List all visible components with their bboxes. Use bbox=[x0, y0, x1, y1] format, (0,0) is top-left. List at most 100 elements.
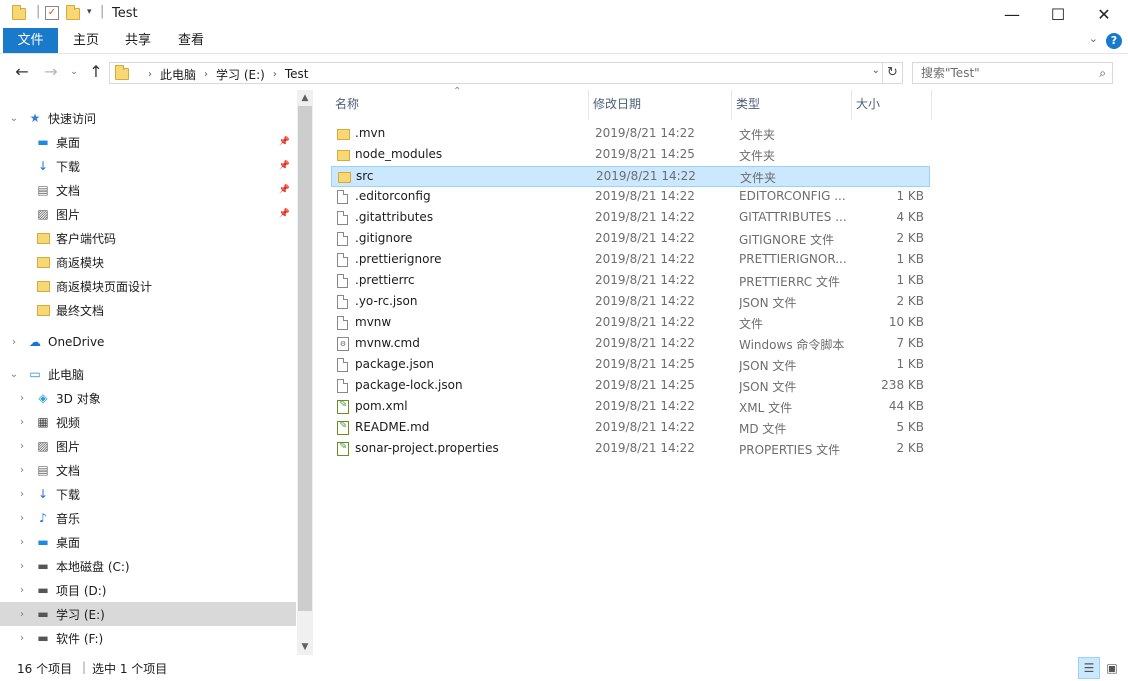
file-size: 4 KB bbox=[896, 210, 924, 224]
breadcrumb-drive-e[interactable]: 学习 (E:) bbox=[216, 66, 265, 83]
nav-item[interactable]: 最终文档 bbox=[0, 298, 296, 322]
xml-icon bbox=[337, 420, 349, 435]
expand-ribbon-icon[interactable]: ⌄ bbox=[1089, 32, 1098, 45]
refresh-icon[interactable]: ↻ bbox=[883, 62, 903, 84]
scroll-up-icon[interactable]: ▲ bbox=[297, 90, 313, 106]
recent-locations-icon[interactable]: ⌄ bbox=[64, 63, 84, 81]
maximize-button[interactable]: ☐ bbox=[1035, 0, 1081, 28]
chevron-right-icon[interactable]: › bbox=[16, 585, 28, 596]
back-arrow-icon[interactable]: ← bbox=[12, 63, 32, 81]
file-row[interactable]: src 2019/8/21 14:22 文件夹 bbox=[331, 166, 930, 187]
nav-scrollbar[interactable]: ▲ ▼ bbox=[297, 90, 313, 655]
file-row[interactable]: .prettierignore 2019/8/21 14:22 PRETTIERIG… bbox=[331, 250, 930, 271]
folder-icon bbox=[12, 5, 26, 20]
chevron-right-icon[interactable]: › bbox=[16, 609, 28, 620]
file-row[interactable]: .yo-rc.json 2019/8/21 14:22 JSON 文件 2 KB bbox=[331, 292, 930, 313]
window-title: Test bbox=[112, 6, 138, 21]
nav-item[interactable]: 商返模块页面设计 bbox=[0, 274, 296, 298]
nav-item[interactable]: ⌄ ▭ 此电脑 bbox=[0, 362, 296, 386]
new-folder-icon[interactable] bbox=[66, 5, 80, 20]
chevron-down-icon[interactable]: ⌄ bbox=[8, 113, 20, 124]
chevron-down-icon[interactable]: ⌄ bbox=[8, 369, 20, 380]
chevron-right-icon[interactable]: › bbox=[16, 417, 28, 428]
chevron-right-icon[interactable]: › bbox=[16, 441, 28, 452]
file-type: JSON 文件 bbox=[739, 380, 797, 394]
up-arrow-icon[interactable]: ↑ bbox=[86, 63, 106, 81]
address-dropdown-icon[interactable]: ⌄ bbox=[872, 65, 880, 76]
breadcrumb-test[interactable]: Test bbox=[285, 67, 309, 81]
column-type[interactable]: 类型 bbox=[732, 90, 852, 120]
chevron-right-icon[interactable]: › bbox=[16, 561, 28, 572]
details-view-icon[interactable]: ☰ bbox=[1078, 657, 1100, 679]
video-icon: ▦ bbox=[37, 415, 49, 429]
file-row[interactable]: node_modules 2019/8/21 14:25 文件夹 bbox=[331, 145, 930, 166]
nav-item[interactable]: › ◈ 3D 对象 bbox=[0, 386, 296, 410]
address-row: ← → ⌄ ↑ › 此电脑 › 学习 (E:) › Test ⌄ ↻ ⌕ bbox=[0, 55, 1128, 90]
nav-item[interactable]: ▨ 图片 📌 bbox=[0, 202, 296, 226]
nav-item[interactable]: › ▤ 文档 bbox=[0, 458, 296, 482]
chevron-right-icon[interactable]: › bbox=[16, 537, 28, 548]
chevron-right-icon[interactable]: › bbox=[16, 465, 28, 476]
nav-item[interactable]: 商返模块 bbox=[0, 250, 296, 274]
address-bar[interactable]: › 此电脑 › 学习 (E:) › Test ⌄ bbox=[109, 62, 883, 84]
nav-item[interactable]: › ♪ 音乐 bbox=[0, 506, 296, 530]
file-row[interactable]: sonar-project.properties 2019/8/21 14:22 P… bbox=[331, 439, 930, 460]
nav-item[interactable]: › ▬ 本地磁盘 (C:) bbox=[0, 554, 296, 578]
nav-item[interactable]: › ↓ 下载 bbox=[0, 482, 296, 506]
file-row[interactable]: pom.xml 2019/8/21 14:22 XML 文件 44 KB bbox=[331, 397, 930, 418]
nav-item[interactable]: ↓ 下载 📌 bbox=[0, 154, 296, 178]
chevron-right-icon[interactable]: › bbox=[8, 337, 20, 348]
column-date[interactable]: 修改日期 bbox=[589, 90, 732, 120]
help-icon[interactable]: ? bbox=[1106, 33, 1122, 49]
tab-file[interactable]: 文件 bbox=[3, 28, 58, 53]
chevron-right-icon[interactable]: › bbox=[16, 633, 28, 644]
nav-item[interactable]: 客户端代码 bbox=[0, 226, 296, 250]
breadcrumb-this-pc[interactable]: 此电脑 bbox=[160, 66, 196, 83]
file-icon bbox=[337, 316, 349, 330]
cloud-icon: ☁ bbox=[29, 335, 41, 349]
tab-home[interactable]: 主页 bbox=[59, 28, 113, 53]
file-row[interactable]: .editorconfig 2019/8/21 14:22 EDITORCONFIG… bbox=[331, 187, 930, 208]
file-row[interactable]: package-lock.json 2019/8/21 14:25 JSON 文件 2… bbox=[331, 376, 930, 397]
large-icons-view-icon[interactable]: ▣ bbox=[1101, 657, 1123, 679]
file-row[interactable]: .gitignore 2019/8/21 14:22 GITIGNORE 文件 2 K… bbox=[331, 229, 930, 250]
nav-item[interactable]: › ☁ OneDrive bbox=[0, 330, 296, 354]
close-button[interactable]: ✕ bbox=[1081, 0, 1127, 28]
nav-item[interactable]: › ▬ 桌面 bbox=[0, 530, 296, 554]
search-icon[interactable]: ⌕ bbox=[1099, 66, 1106, 81]
chevron-right-icon[interactable]: › bbox=[16, 393, 28, 404]
column-size[interactable]: 大小 bbox=[852, 90, 932, 120]
chevron-right-icon[interactable]: › bbox=[16, 513, 28, 524]
nav-item[interactable]: › ▦ 视频 bbox=[0, 410, 296, 434]
chevron-right-icon[interactable]: › bbox=[16, 489, 28, 500]
file-row[interactable]: .gitattributes 2019/8/21 14:22 GITATTRIBUT… bbox=[331, 208, 930, 229]
nav-item[interactable]: ▤ 文档 📌 bbox=[0, 178, 296, 202]
scroll-down-icon[interactable]: ▼ bbox=[297, 639, 313, 655]
file-name: .prettierrc bbox=[355, 273, 415, 287]
chevron-right-icon[interactable]: › bbox=[148, 69, 152, 80]
file-row[interactable]: mvnw 2019/8/21 14:22 文件 10 KB bbox=[331, 313, 930, 334]
search-input[interactable] bbox=[913, 63, 1083, 83]
scrollbar-thumb[interactable] bbox=[298, 106, 312, 611]
tab-share[interactable]: 共享 bbox=[111, 28, 165, 53]
nav-item[interactable]: ⌄ ★ 快速访问 bbox=[0, 106, 296, 130]
nav-item[interactable]: › ▬ 项目 (D:) bbox=[0, 578, 296, 602]
file-row[interactable]: ⚙ mvnw.cmd 2019/8/21 14:22 Windows 命令脚本 7 KB bbox=[331, 334, 930, 355]
chevron-right-icon[interactable]: › bbox=[273, 69, 277, 80]
nav-item[interactable]: ▬ 桌面 📌 bbox=[0, 130, 296, 154]
nav-item[interactable]: › ▬ 学习 (E:) bbox=[0, 602, 296, 626]
properties-icon[interactable]: ✓ bbox=[45, 6, 59, 20]
nav-item[interactable]: › ▨ 图片 bbox=[0, 434, 296, 458]
tab-view[interactable]: 查看 bbox=[164, 28, 218, 53]
nav-item[interactable]: › ▬ 软件 (F:) bbox=[0, 626, 296, 650]
minimize-button[interactable]: — bbox=[989, 0, 1035, 28]
customize-toolbar-icon[interactable]: ▾ bbox=[87, 7, 101, 21]
file-row[interactable]: package.json 2019/8/21 14:25 JSON 文件 1 KB bbox=[331, 355, 930, 376]
chevron-right-icon[interactable]: › bbox=[204, 69, 208, 80]
file-row[interactable]: .mvn 2019/8/21 14:22 文件夹 bbox=[331, 124, 930, 145]
nav-item-label: 文档 bbox=[56, 463, 81, 478]
file-row[interactable]: README.md 2019/8/21 14:22 MD 文件 5 KB bbox=[331, 418, 930, 439]
forward-arrow-icon[interactable]: → bbox=[41, 63, 61, 81]
file-row[interactable]: .prettierrc 2019/8/21 14:22 PRETTIERRC 文件 1… bbox=[331, 271, 930, 292]
picture-icon: ▨ bbox=[37, 207, 49, 221]
